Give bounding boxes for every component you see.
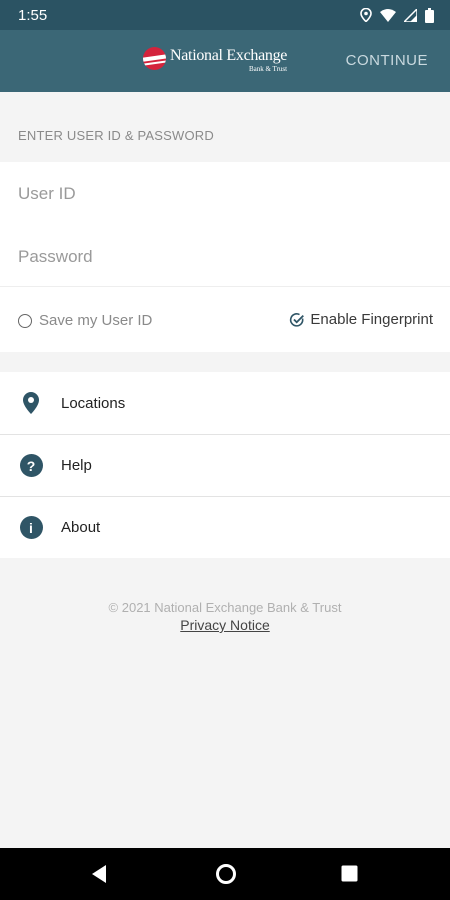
menu-item-about[interactable]: i About: [0, 496, 450, 558]
battery-icon: [425, 7, 434, 23]
copyright-text: © 2021 National Exchange Bank & Trust: [108, 600, 342, 615]
recents-icon[interactable]: [341, 865, 358, 882]
enable-fingerprint-label: Enable Fingerprint: [310, 311, 433, 328]
menu-list: Locations ? Help i About: [0, 372, 450, 558]
radio-unchecked-icon: [18, 313, 32, 328]
bank-logo-text: National Exchange Bank & Trust: [170, 47, 287, 74]
save-user-id-label: Save my User ID: [39, 312, 153, 329]
password-field[interactable]: Password: [18, 247, 93, 267]
menu-item-label: About: [61, 519, 101, 536]
logo-subtitle: Bank & Trust: [248, 65, 288, 73]
menu-item-help[interactable]: ? Help: [0, 434, 450, 496]
status-time: 1:55: [18, 6, 48, 24]
system-nav-bar: [0, 848, 450, 900]
bank-logo-mark-icon: [143, 47, 166, 70]
app-bar: National Exchange Bank & Trust CONTINUE: [0, 30, 450, 92]
enable-fingerprint-toggle[interactable]: Enable Fingerprint: [289, 311, 433, 328]
logo-name: National Exchange: [170, 47, 288, 64]
check-circle-icon: [290, 312, 305, 327]
back-icon[interactable]: [90, 864, 108, 884]
save-user-id-toggle[interactable]: Save my User ID: [18, 312, 152, 329]
divider: [0, 286, 450, 287]
location-pin-icon: [19, 391, 43, 415]
status-icons: [360, 7, 434, 23]
menu-item-label: Help: [61, 457, 92, 474]
location-icon: [360, 8, 372, 22]
footer: © 2021 National Exchange Bank & Trust Pr…: [0, 600, 450, 635]
continue-button[interactable]: CONTINUE: [346, 52, 428, 69]
login-card: User ID Password Save my User ID Enable …: [0, 162, 450, 352]
menu-item-locations[interactable]: Locations: [0, 372, 450, 434]
info-icon: i: [19, 516, 43, 540]
login-section-label: ENTER USER ID & PASSWORD: [18, 128, 214, 143]
bank-logo: National Exchange Bank & Trust: [143, 47, 287, 74]
signal-icon: [404, 8, 417, 22]
status-bar: 1:55: [0, 0, 450, 30]
wifi-icon: [380, 8, 396, 22]
user-id-field[interactable]: User ID: [18, 184, 76, 204]
privacy-notice-link[interactable]: Privacy Notice: [180, 617, 269, 633]
help-icon: ?: [19, 454, 43, 478]
home-icon[interactable]: [215, 863, 237, 885]
menu-item-label: Locations: [61, 394, 126, 412]
